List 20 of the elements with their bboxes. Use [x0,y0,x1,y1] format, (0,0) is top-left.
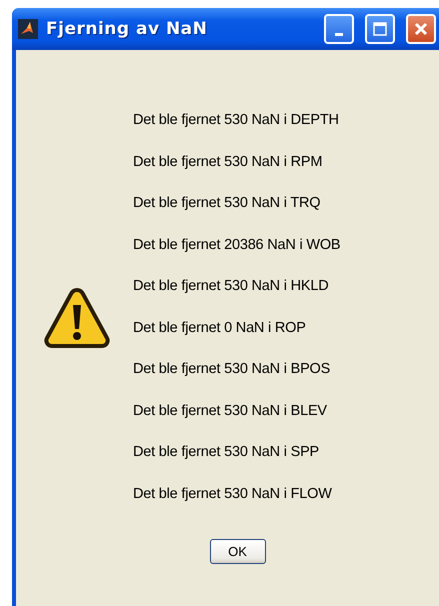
message-text: Det ble fjernet 530 NaN i TRQ [133,194,322,213]
ok-button[interactable]: OK [210,539,266,564]
maximize-button[interactable] [365,14,395,44]
minimize-icon [335,32,343,36]
app-icon [18,19,38,39]
message-text: Det ble fjernet 530 NaN i DEPTH [133,111,340,130]
message-text: Det ble fjernet 20386 NaN i WOB [133,236,340,254]
message-text: Det ble fjernet 530 NaN i HKLD [133,277,330,296]
message-text: Det ble fjernet 530 NaN i BLEV [133,402,328,420]
close-icon [414,22,428,36]
message-text: Det ble fjernet 0 NaN i ROP [133,318,307,338]
message-text: Det ble fjernet 530 NaN i SPP [133,443,320,462]
message-text: Det ble fjernet 530 NaN i BPOS [133,360,332,379]
close-button[interactable] [406,14,436,44]
window-title: Fjerning av NaN [46,19,208,39]
maximize-icon [373,22,387,36]
warning-icon [44,286,110,348]
message-text: Det ble fjernet 530 NaN i RPM [133,152,324,172]
minimize-button[interactable] [324,14,354,44]
message-text: Det ble fjernet 530 NaN i FLOW [133,484,333,504]
